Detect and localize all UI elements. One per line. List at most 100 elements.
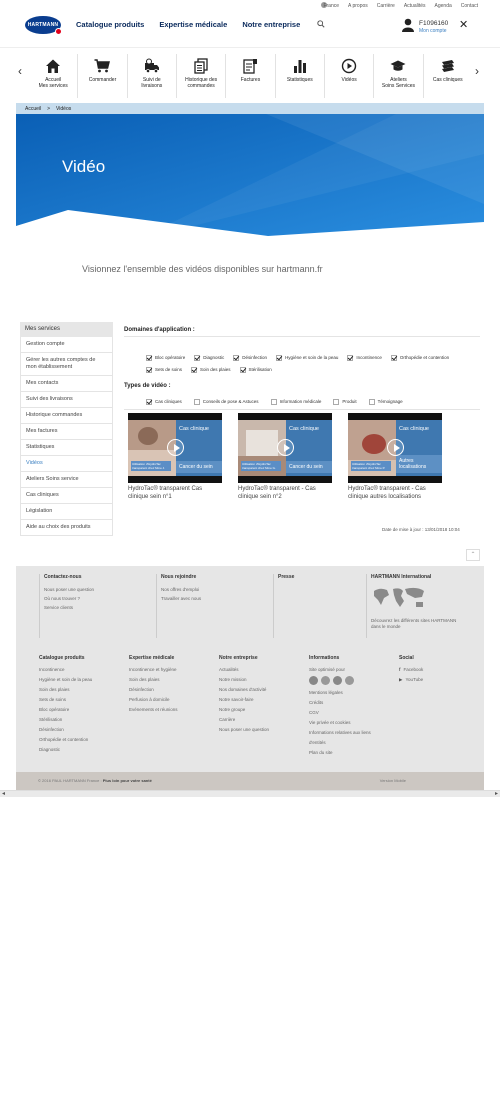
scroll-right-icon[interactable]: ▸ xyxy=(495,790,498,797)
horizontal-scrollbar[interactable]: ◂ ▸ xyxy=(0,790,500,797)
checkbox[interactable] xyxy=(276,354,283,361)
checkbox[interactable] xyxy=(368,398,375,405)
utility-link[interactable]: Actualités xyxy=(404,3,426,9)
checkbox[interactable] xyxy=(270,398,277,405)
facebook-link[interactable]: f Facebook xyxy=(399,665,469,675)
youtube-link[interactable]: ▶ YouTube xyxy=(399,675,469,685)
service-order[interactable]: Commander xyxy=(78,54,128,98)
checkbox[interactable] xyxy=(390,354,397,361)
video-title[interactable]: HydroTac® transparent - Cas clinique aut… xyxy=(348,486,442,501)
sidebar-item-contacts[interactable]: Mes contacts xyxy=(20,376,113,392)
my-account-link[interactable]: Mon compte xyxy=(419,28,447,34)
nav-expertise[interactable]: Expertise médicale xyxy=(159,20,227,29)
footer-link[interactable]: Nos offres d'emploi xyxy=(161,585,271,594)
utility-link[interactable]: Carrière xyxy=(377,3,395,9)
sidebar-item-aide[interactable]: Aide au choix des produits xyxy=(20,520,113,536)
footer-link[interactable]: Notre groupe xyxy=(219,705,309,715)
chevron-right-icon[interactable]: › xyxy=(475,64,479,78)
checkbox[interactable] xyxy=(233,354,240,361)
checkbox[interactable] xyxy=(146,354,152,361)
video-title[interactable]: HydroTac® transparent Cas clinique sein … xyxy=(128,486,222,501)
domain-checkbox[interactable]: Soin des plaies xyxy=(191,366,231,373)
type-checkbox[interactable]: Conseils de pose & Astuces xyxy=(193,398,259,405)
footer-link[interactable]: Plan du site xyxy=(309,748,399,758)
checkbox[interactable] xyxy=(347,354,354,361)
service-delivery[interactable]: Suivi de livraisons xyxy=(128,54,177,98)
service-invoices[interactable]: Factures xyxy=(226,54,276,98)
checkbox[interactable] xyxy=(239,366,246,373)
back-to-top-button[interactable]: ⌃ xyxy=(466,549,480,561)
footer-link[interactable]: Désinfection xyxy=(39,725,129,735)
footer-link[interactable]: Actualités xyxy=(219,665,309,675)
footer-link[interactable]: Evénements et réunions xyxy=(129,705,219,715)
checkbox[interactable] xyxy=(146,398,152,405)
utility-link[interactable]: Contact xyxy=(461,3,478,9)
utility-link[interactable]: France xyxy=(323,3,339,9)
video-thumbnail[interactable]: Utilisation d'HydroTac transparent chez … xyxy=(128,413,222,483)
footer-link[interactable]: Où nous trouver ? xyxy=(44,594,154,603)
footer-link[interactable]: Incontinence xyxy=(39,665,129,675)
checkbox[interactable] xyxy=(194,354,201,361)
footer-link[interactable]: Orthopédie et contention xyxy=(39,735,129,745)
service-videos[interactable]: Vidéos xyxy=(325,54,375,98)
footer-link[interactable]: Travailler avec nous xyxy=(161,594,271,603)
close-icon[interactable]: ✕ xyxy=(459,18,468,31)
world-map-icon[interactable] xyxy=(371,585,427,611)
checkbox[interactable] xyxy=(333,398,340,405)
video-title[interactable]: HydroTac® transparent - Cas clinique sei… xyxy=(238,486,332,501)
footer-link[interactable]: Crédits xyxy=(309,698,399,708)
footer-link[interactable]: Sets de soins xyxy=(39,695,129,705)
service-statistics[interactable]: Statistiques xyxy=(276,54,325,98)
footer-link[interactable]: Soin des plaies xyxy=(39,685,129,695)
footer-link[interactable]: d'entités xyxy=(309,738,399,748)
mobile-version-link[interactable]: Version Mobile xyxy=(380,778,406,783)
footer-link[interactable]: Incontinence et hygiène xyxy=(129,665,219,675)
footer-link[interactable]: Nous poser une question xyxy=(219,725,309,735)
sidebar-item-historique[interactable]: Historique commandes xyxy=(20,408,113,424)
domain-checkbox[interactable]: Bloc opératoire xyxy=(146,354,185,361)
video-thumbnail[interactable]: Utilisation d'HydroTac transparent chez … xyxy=(348,413,442,483)
footer-heading[interactable]: Presse xyxy=(278,574,365,580)
video-card[interactable]: Utilisation d'HydroTac transparent chez … xyxy=(238,413,332,501)
sidebar-item-livraisons[interactable]: Suivi des livraisons xyxy=(20,392,113,408)
domain-checkbox[interactable]: Incontinence xyxy=(347,354,382,361)
domain-checkbox[interactable]: Diagnostic xyxy=(194,354,224,361)
footer-link[interactable]: Informations relatives aux liens xyxy=(309,728,399,738)
domain-checkbox[interactable]: Hygiène et soin de la peau xyxy=(276,354,338,361)
play-button-icon[interactable] xyxy=(167,439,184,456)
footer-link[interactable]: Nos domaines d'activité xyxy=(219,685,309,695)
domain-checkbox[interactable]: Stérilisation xyxy=(239,366,272,373)
footer-link[interactable]: Diagnostic xyxy=(39,745,129,755)
play-button-icon[interactable] xyxy=(277,439,294,456)
footer-link[interactable]: Stérilisation xyxy=(39,715,129,725)
footer-link[interactable]: CGV xyxy=(309,708,399,718)
type-checkbox[interactable]: Produit xyxy=(333,398,357,405)
footer-link[interactable]: Perfusion à domicile xyxy=(129,695,219,705)
sidebar-item-statistiques[interactable]: Statistiques xyxy=(20,440,113,456)
type-checkbox[interactable]: Information médicale xyxy=(270,398,321,405)
domain-checkbox[interactable]: Orthopédie et contention xyxy=(390,354,449,361)
sidebar-item-autres-comptes[interactable]: Gérer les autres comptes de mon établiss… xyxy=(20,353,113,376)
checkbox[interactable] xyxy=(146,366,152,373)
domain-checkbox[interactable]: Sets de soins xyxy=(146,366,182,373)
footer-link[interactable]: Carrière xyxy=(219,715,309,725)
footer-intl-text[interactable]: Découvrez les différents sites HARTMANN … xyxy=(371,618,461,630)
checkbox[interactable] xyxy=(191,366,198,373)
service-order-history[interactable]: Historique des commandes xyxy=(177,54,227,98)
footer-link[interactable]: Nous poser une question xyxy=(44,585,154,594)
user-icon[interactable] xyxy=(402,18,414,32)
service-home[interactable]: Accueil Mes services xyxy=(29,54,79,98)
video-card[interactable]: Utilisation d'HydroTac transparent chez … xyxy=(348,413,442,501)
sidebar-item-legislation[interactable]: Législation xyxy=(20,504,113,520)
utility-link[interactable]: Agenda xyxy=(435,3,452,9)
video-card[interactable]: Utilisation d'HydroTac transparent chez … xyxy=(128,413,222,501)
footer-link[interactable]: Hygiène et soin de la peau xyxy=(39,675,129,685)
search-icon[interactable] xyxy=(317,20,325,28)
type-checkbox[interactable]: Témoignage xyxy=(368,398,403,405)
nav-catalogue[interactable]: Catalogue produits xyxy=(76,20,144,29)
play-button-icon[interactable] xyxy=(387,439,404,456)
footer-link[interactable]: Service clients xyxy=(44,603,154,612)
footer-link[interactable]: Mentions légales xyxy=(309,688,399,698)
footer-link[interactable]: Vie privée et cookies xyxy=(309,718,399,728)
utility-link[interactable]: A propos xyxy=(348,3,368,9)
